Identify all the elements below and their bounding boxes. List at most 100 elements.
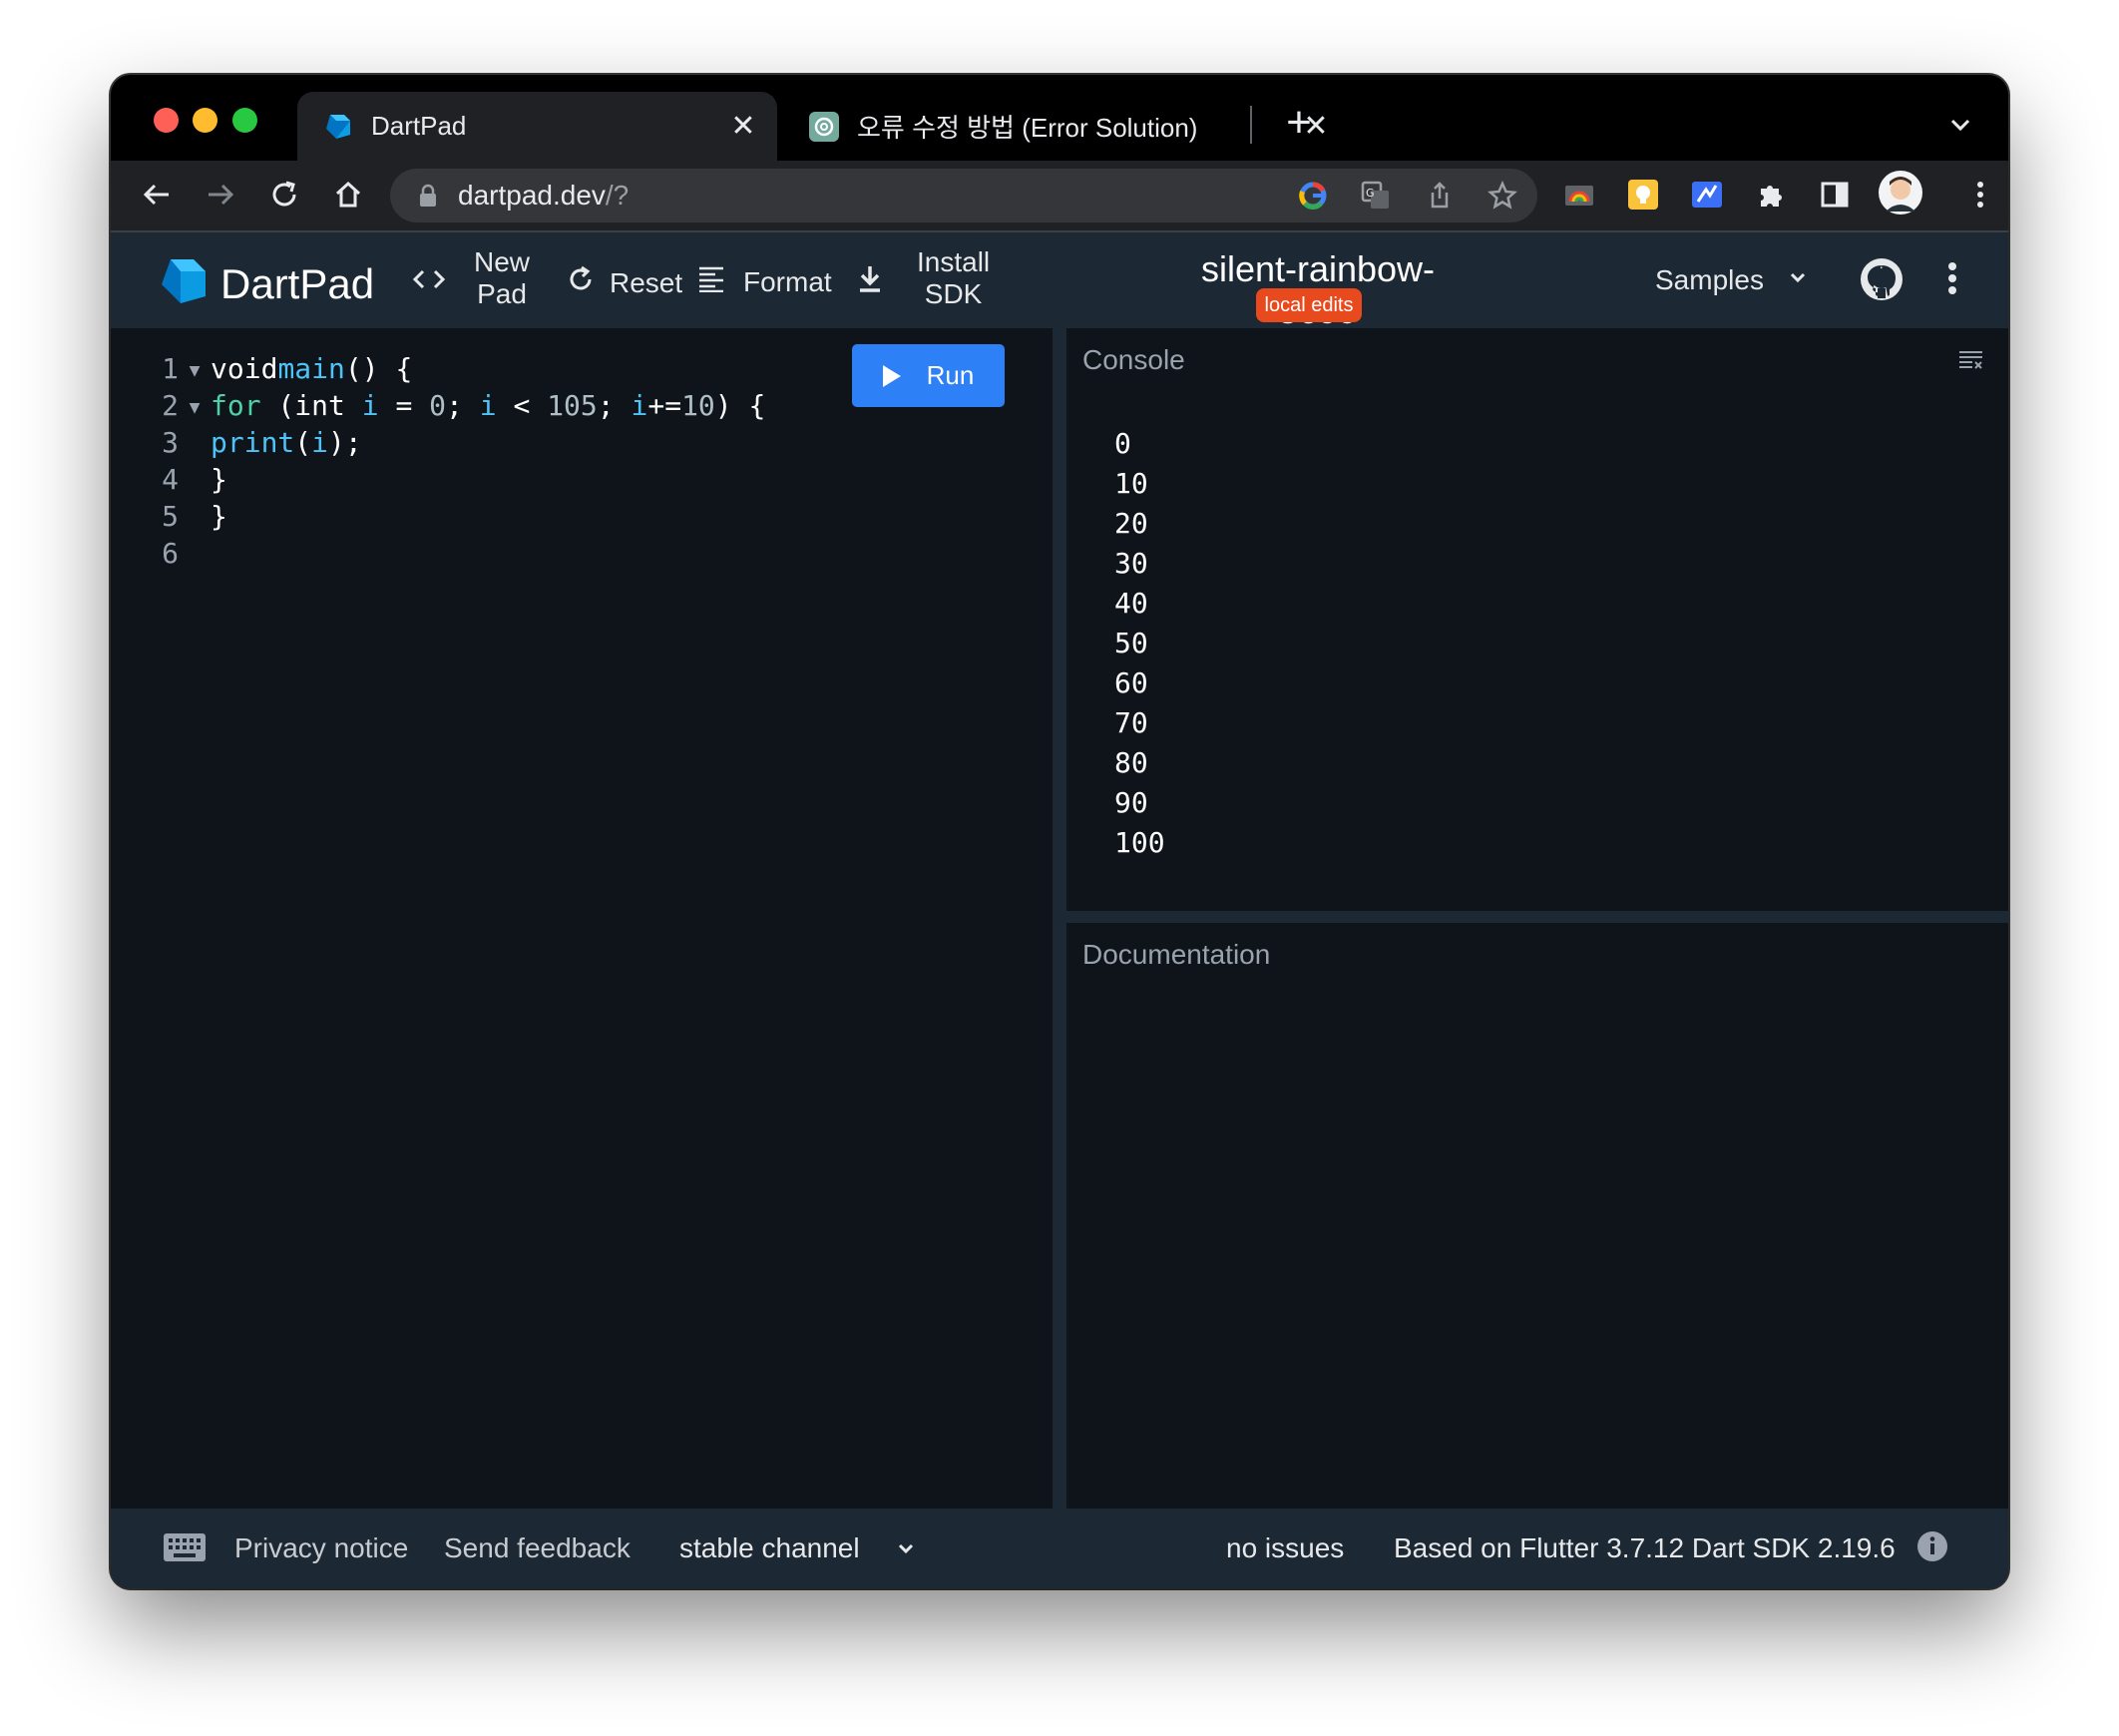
send-feedback-link[interactable]: Send feedback (444, 1532, 631, 1564)
run-label: Run (926, 360, 975, 390)
vertical-splitter[interactable] (1053, 328, 1066, 1509)
google-icon[interactable] (1295, 178, 1331, 214)
line-number: 5 (162, 500, 179, 533)
format-button[interactable]: Format (697, 264, 832, 299)
console-line: 20 (1114, 507, 1148, 540)
sdk-version: Based on Flutter 3.7.12 Dart SDK 2.19.6 (1394, 1532, 1896, 1563)
back-arrow-icon[interactable] (133, 171, 181, 218)
code-line[interactable]: 2 ▼ for (int i = 0; i < 105; i += 10) { (141, 387, 765, 424)
tab-separator (1250, 106, 1252, 144)
reset-label: Reset (610, 266, 683, 298)
home-icon[interactable] (324, 171, 372, 218)
close-window-button[interactable] (154, 108, 179, 133)
new-pad-button[interactable]: New Pad (474, 246, 530, 310)
fold-arrow-icon[interactable]: ▼ (179, 350, 211, 387)
samples-dropdown[interactable]: Samples (1655, 264, 1810, 296)
console-line: 10 (1114, 467, 1148, 500)
forward-arrow-icon[interactable] (197, 171, 244, 218)
issues-status[interactable]: no issues (1226, 1532, 1344, 1564)
install-sdk-label: Install (917, 246, 991, 277)
channel-selector[interactable]: stable channel (679, 1532, 917, 1566)
reset-icon (566, 264, 596, 301)
samples-label: Samples (1655, 264, 1764, 295)
format-label: Format (743, 265, 832, 297)
more-vert-icon[interactable] (1946, 260, 1958, 296)
svg-text:G: G (1366, 187, 1375, 200)
extension-blue-icon[interactable] (1687, 175, 1727, 215)
download-button[interactable] (857, 264, 883, 301)
documentation-title: Documentation (1082, 939, 1271, 970)
new-pad-label: New (474, 246, 531, 277)
tab-strip: DartPad ✕ 오류 수정 방법 (Error Solution) ✕ + (111, 75, 2008, 161)
code-line[interactable]: 3 print(i); (141, 424, 765, 461)
tab-error-solution[interactable]: 오류 수정 방법 (Error Solution) ✕ (791, 92, 1350, 161)
console-title: Console (1082, 344, 1185, 375)
toggle-embed-button[interactable] (412, 264, 446, 301)
install-sdk-button[interactable]: Install SDK (917, 246, 990, 310)
console-line: 40 (1114, 587, 1148, 620)
profile-avatar[interactable] (1877, 169, 1924, 217)
browser-menu-icon[interactable] (1960, 175, 2000, 215)
line-number: 1 (162, 352, 179, 385)
lock-icon (418, 184, 438, 213)
console-line: 50 (1114, 627, 1148, 659)
close-tab-icon[interactable]: ✕ (723, 107, 763, 147)
console-line: 60 (1114, 666, 1148, 699)
local-edits-badge: local edits (1256, 288, 1362, 322)
code-lines[interactable]: 1 ▼ void main() { 2 ▼ for (int i = 0; i < 1… (141, 350, 765, 572)
tab-dartpad[interactable]: DartPad ✕ (297, 92, 777, 161)
tab-title: 오류 수정 방법 (Error Solution) (857, 113, 1198, 143)
code-editor[interactable]: 1 ▼ void main() { 2 ▼ for (int i = 0; i < 1… (111, 328, 1053, 1509)
line-number: 3 (162, 426, 179, 459)
documentation-panel: Documentation (1066, 923, 2008, 1509)
code-line[interactable]: 4 } (141, 461, 765, 498)
side-panel-icon[interactable] (1815, 175, 1855, 215)
install-sdk-label: SDK (924, 278, 983, 309)
chevron-down-icon (895, 1534, 917, 1566)
minimize-window-button[interactable] (193, 108, 217, 133)
run-button[interactable]: Run (852, 344, 1005, 407)
chatgpt-icon (809, 111, 839, 142)
url-text: dartpad.dev/? (458, 180, 630, 211)
code-line[interactable]: 6 (141, 535, 765, 572)
console-line: 0 (1114, 427, 1131, 460)
maximize-window-button[interactable] (232, 108, 257, 133)
info-icon[interactable] (1916, 1530, 1948, 1569)
extension-rainbow-icon[interactable] (1559, 175, 1599, 215)
extensions-puzzle-icon[interactable] (1751, 175, 1791, 215)
format-icon (697, 264, 725, 299)
line-number: 2 (162, 389, 179, 422)
console-line: 90 (1114, 786, 1148, 819)
privacy-notice-link[interactable]: Privacy notice (234, 1532, 408, 1564)
reload-icon[interactable] (260, 171, 308, 218)
github-icon[interactable] (1859, 256, 1905, 302)
translate-icon[interactable]: G (1358, 178, 1394, 214)
keyboard-icon[interactable] (163, 1532, 207, 1569)
tab-search-chevron-icon[interactable] (1940, 105, 1980, 145)
bookmark-star-icon[interactable] (1484, 178, 1520, 214)
console-line: 70 (1114, 706, 1148, 739)
new-pad-label: Pad (477, 278, 527, 309)
horizontal-splitter[interactable] (1066, 911, 2008, 923)
app-name: DartPad (220, 259, 375, 307)
code-line[interactable]: 1 ▼ void main() { (141, 350, 765, 387)
address-bar[interactable]: dartpad.dev/? G (390, 169, 1537, 222)
tab-title: DartPad (371, 111, 467, 141)
console-output: 0 10 20 30 40 50 60 70 80 90 100 (1114, 424, 1165, 863)
line-number: 4 (162, 463, 179, 496)
clear-console-icon[interactable] (1958, 350, 1984, 375)
console-panel: Console 0 10 20 30 40 50 60 70 80 90 100 (1066, 328, 2008, 911)
code-line[interactable]: 5} (141, 498, 765, 535)
share-icon[interactable] (1422, 178, 1458, 214)
chevron-down-icon (1786, 264, 1810, 296)
status-footer: Privacy notice Send feedback stable chan… (111, 1509, 2008, 1588)
console-line: 30 (1114, 547, 1148, 580)
line-number: 6 (162, 537, 179, 570)
fold-arrow-icon[interactable]: ▼ (179, 387, 211, 424)
extension-lightbulb-icon[interactable] (1623, 175, 1663, 215)
dart-logo-icon (323, 112, 353, 142)
reset-button[interactable]: Reset (566, 264, 682, 301)
dartpad-logo[interactable]: DartPad (159, 256, 374, 311)
play-icon (882, 364, 901, 387)
new-tab-icon[interactable]: + (1276, 101, 1322, 147)
